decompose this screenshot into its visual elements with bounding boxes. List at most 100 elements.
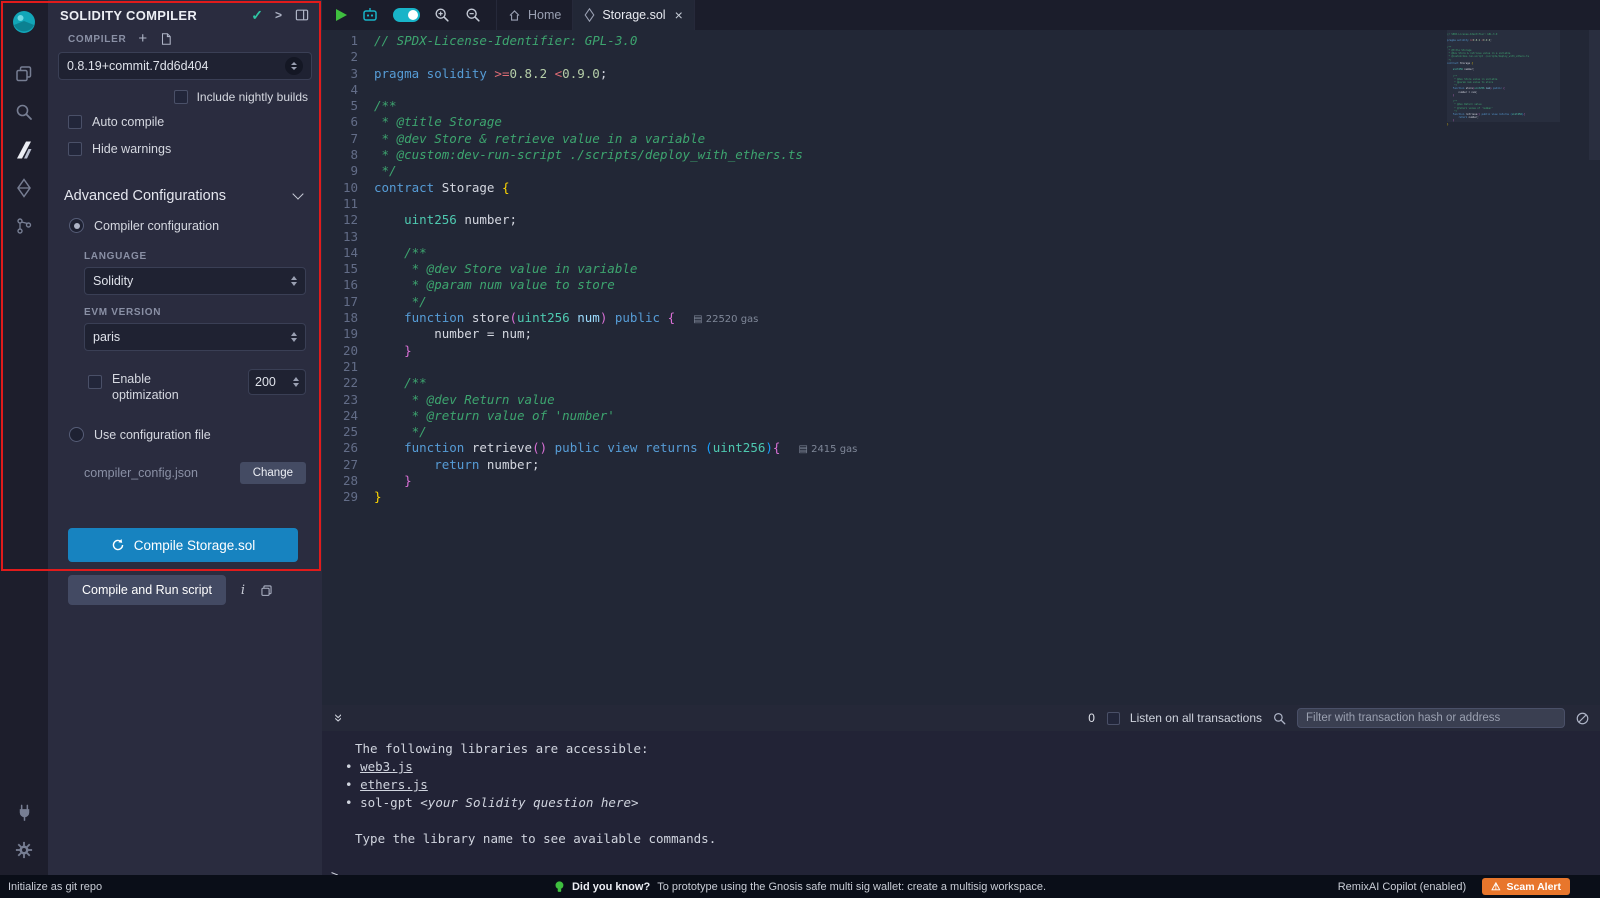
clear-console-icon[interactable] xyxy=(1575,711,1590,726)
code-line: 7 * @dev Store & retrieve value in a var… xyxy=(322,131,1600,147)
line-number: 20 xyxy=(322,343,374,359)
line-number: 13 xyxy=(322,229,374,245)
warning-icon: ⚠ xyxy=(1491,881,1500,893)
line-number: 8 xyxy=(322,147,374,163)
enable-optimization-label: Enable optimization xyxy=(102,369,196,403)
compiler-configuration-radio[interactable] xyxy=(69,218,84,233)
main-area: Home Storage.sol × 1// SPDX-License-Iden… xyxy=(322,0,1600,875)
tab-bar: Home Storage.sol × xyxy=(322,0,1600,30)
config-file-name: compiler_config.json xyxy=(84,466,240,480)
run-script-play-button[interactable] xyxy=(336,9,347,21)
optimization-runs-input[interactable]: 200 xyxy=(248,369,306,395)
zoom-out-icon[interactable] xyxy=(464,6,482,24)
line-number: 17 xyxy=(322,294,374,310)
advanced-configurations-toggle[interactable]: Advanced Configurations xyxy=(48,162,322,212)
code-line: 6 * @title Storage xyxy=(322,114,1600,130)
editor-scrollbar[interactable] xyxy=(1589,30,1600,160)
line-number: 21 xyxy=(322,359,374,375)
plugin-manager-icon[interactable] xyxy=(0,793,48,831)
terminal[interactable]: The following libraries are accessible:•… xyxy=(322,731,1600,875)
code-line: 10contract Storage { xyxy=(322,180,1600,196)
line-number: 4 xyxy=(322,82,374,98)
gas-estimate-badge: ▤ 2415 gas xyxy=(798,444,857,455)
terminal-line xyxy=(331,812,1600,830)
language-label: LANGUAGE xyxy=(48,239,322,267)
compile-and-run-button[interactable]: Compile and Run script xyxy=(68,575,226,605)
enable-optimization-checkbox[interactable] xyxy=(88,375,102,389)
deploy-run-icon[interactable] xyxy=(0,169,48,207)
line-number: 23 xyxy=(322,392,374,408)
search-icon[interactable] xyxy=(0,93,48,131)
evm-version-label: EVM VERSION xyxy=(48,295,322,323)
line-number: 29 xyxy=(322,489,374,505)
copy-icon[interactable] xyxy=(260,584,273,597)
code-line: 18 function store(uint256 num) public {▤… xyxy=(322,310,1600,326)
terminal-link[interactable]: web3.js xyxy=(360,759,413,774)
compiler-version-select[interactable]: 0.8.19+commit.7dd6d404 xyxy=(58,52,312,80)
tab-home[interactable]: Home xyxy=(497,0,573,30)
expand-terminal-icon[interactable]: « xyxy=(332,714,344,722)
line-number: 12 xyxy=(322,212,374,228)
tab-storage-sol[interactable]: Storage.sol × xyxy=(573,0,694,30)
include-nightly-checkbox[interactable] xyxy=(174,90,188,104)
git-icon[interactable] xyxy=(0,207,48,245)
auto-compile-checkbox[interactable] xyxy=(68,115,82,129)
ai-assistant-icon[interactable] xyxy=(360,6,380,24)
settings-gear-icon[interactable] xyxy=(0,831,48,869)
terminal-line: • ethers.js xyxy=(331,776,1600,794)
line-number: 1 xyxy=(322,33,374,49)
open-file-icon[interactable] xyxy=(159,32,173,46)
code-line: 28 } xyxy=(322,473,1600,489)
zoom-in-icon[interactable] xyxy=(433,6,451,24)
remix-app: SOLIDITY COMPILER ✓ > COMPILER + 0.8.19+… xyxy=(0,0,1600,898)
use-configuration-file-radio[interactable] xyxy=(69,427,84,442)
compiler-version-value: 0.8.19+commit.7dd6d404 xyxy=(67,59,208,73)
init-git-repo-action[interactable]: Initialize as git repo xyxy=(0,881,102,893)
line-number: 5 xyxy=(322,98,374,114)
hide-warnings-checkbox[interactable] xyxy=(68,142,82,156)
close-tab-icon[interactable]: × xyxy=(675,7,683,23)
solidity-compiler-icon[interactable] xyxy=(0,131,48,169)
code-line: 2 xyxy=(322,49,1600,65)
minimap[interactable]: // SPDX-License-Identifier: GPL-3.0pragm… xyxy=(1447,33,1547,126)
add-compiler-icon[interactable]: + xyxy=(138,33,147,45)
scam-alert-badge[interactable]: ⚠ Scam Alert xyxy=(1482,878,1570,895)
line-number: 6 xyxy=(322,114,374,130)
line-number: 27 xyxy=(322,457,374,473)
info-icon[interactable]: i xyxy=(241,583,245,598)
terminal-toolbar: « 0 Listen on all transactions xyxy=(322,705,1600,731)
code-line: 23 * @dev Return value xyxy=(322,392,1600,408)
line-number: 25 xyxy=(322,424,374,440)
auto-compile-label: Auto compile xyxy=(92,115,164,129)
change-config-button[interactable]: Change xyxy=(240,462,306,484)
transaction-filter-input[interactable] xyxy=(1297,708,1565,728)
language-select[interactable]: Solidity xyxy=(84,267,306,295)
terminal-line: • web3.js xyxy=(331,758,1600,776)
line-number: 9 xyxy=(322,163,374,179)
select-arrows-icon xyxy=(291,276,297,287)
copilot-toggle[interactable] xyxy=(393,8,420,22)
code-line: 20 } xyxy=(322,343,1600,359)
pin-panel-icon[interactable] xyxy=(294,7,310,23)
search-filter-icon xyxy=(1272,711,1287,726)
copilot-status[interactable]: RemixAI Copilot (enabled) xyxy=(1338,881,1466,893)
status-bar: Initialize as git repo Did you know? To … xyxy=(0,875,1600,898)
code-line: 15 * @dev Store value in variable xyxy=(322,261,1600,277)
lightbulb-icon xyxy=(554,880,565,894)
code-line: 11 xyxy=(322,196,1600,212)
transaction-count-badge: 0 xyxy=(1088,711,1095,725)
home-icon xyxy=(508,9,521,22)
file-explorer-icon[interactable] xyxy=(0,55,48,93)
line-number: 19 xyxy=(322,326,374,342)
did-you-know-text: To prototype using the Gnosis safe multi… xyxy=(657,881,1046,893)
code-line: 26 function retrieve() public view retur… xyxy=(322,440,1600,456)
terminal-link[interactable]: ethers.js xyxy=(360,777,428,792)
evm-version-select[interactable]: paris xyxy=(84,323,306,351)
remix-logo-icon[interactable] xyxy=(10,8,38,41)
listen-transactions-checkbox[interactable] xyxy=(1107,712,1120,725)
compile-button[interactable]: Compile Storage.sol xyxy=(68,528,298,562)
chevron-right-icon[interactable]: > xyxy=(275,8,282,22)
compiler-label: COMPILER xyxy=(68,34,126,45)
code-line: 29} xyxy=(322,489,1600,505)
code-editor[interactable]: 1// SPDX-License-Identifier: GPL-3.023pr… xyxy=(322,30,1600,705)
